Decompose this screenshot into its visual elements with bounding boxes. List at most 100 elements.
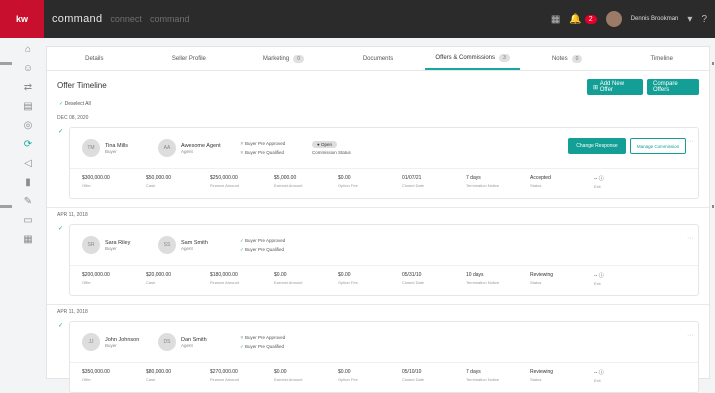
stat-label: Offer xyxy=(82,280,91,285)
marketing-icon[interactable]: ◁ xyxy=(21,158,35,170)
stat-value: 01/07/21 xyxy=(402,175,422,181)
reports-icon[interactable]: ▮ xyxy=(21,177,35,189)
stat-label: Status xyxy=(530,183,542,188)
bell-icon[interactable]: 🔔 xyxy=(569,14,581,25)
drag-handle[interactable] xyxy=(0,62,12,65)
avatar: AA xyxy=(158,139,176,157)
calendar-icon[interactable]: ▤ xyxy=(21,101,35,113)
stat-label: Offer xyxy=(82,183,91,188)
help-icon[interactable]: ? xyxy=(701,14,707,25)
brand-connect[interactable]: connect xyxy=(110,14,142,24)
tab-label: Documents xyxy=(362,55,394,62)
more-icon[interactable]: ··· xyxy=(687,332,694,339)
add-new-offer-button[interactable]: ⊞ Add New Offer xyxy=(587,79,643,95)
stat-label: Offer xyxy=(82,377,91,382)
stat: $270,000.00 Finance Amount xyxy=(210,369,274,390)
agent-role: Agent xyxy=(181,148,193,154)
stat-value: $250,000.00 xyxy=(210,175,238,181)
stat-value: $0.00 xyxy=(274,272,287,278)
stat: $0.00 Option Fee xyxy=(338,369,402,390)
agent[interactable]: AA Awesome Agent Agent xyxy=(158,139,226,157)
stat: Reviewing Status xyxy=(530,272,594,293)
more-icon[interactable]: ··· xyxy=(687,138,694,145)
apps-grid-icon[interactable]: ▦ xyxy=(551,14,560,25)
stat-value: 05/31/10 xyxy=(402,272,422,278)
stat-label: Termination Notice xyxy=(466,183,500,188)
tab-notes[interactable]: Notes 0 xyxy=(520,47,615,70)
stat-value: $0.00 xyxy=(338,175,351,181)
avatar: SS xyxy=(158,236,176,254)
buyer[interactable]: TM Tina Mills Buyer xyxy=(82,139,150,157)
stat-value: $200,000.00 xyxy=(82,272,110,278)
deals-icon[interactable]: ⇄ xyxy=(21,82,35,94)
stat-label: Finance Amount xyxy=(210,377,239,382)
stat: 05/10/10 Closed Date xyxy=(402,369,466,390)
home-icon[interactable]: ⌂ xyxy=(21,44,35,56)
buyer[interactable]: JJ John Johnson Buyer xyxy=(82,333,150,351)
tab-offers-commissions[interactable]: Offers & Commissions 3 xyxy=(425,47,520,70)
avatar: DS xyxy=(158,333,176,351)
buyer[interactable]: SR Sara Riley Buyer xyxy=(82,236,150,254)
brand-command-2[interactable]: command xyxy=(150,14,190,24)
brand-command[interactable]: command xyxy=(52,13,102,25)
kw-logo[interactable]: kw xyxy=(0,0,44,38)
stat-value: -- xyxy=(594,273,598,279)
offer-stats: $300,000.00 Offer $50,000.00 Cash $250,000… xyxy=(70,168,698,196)
divider xyxy=(47,304,709,305)
buyer-role: Buyer xyxy=(105,148,117,154)
stat-value: Accepted xyxy=(530,175,551,181)
info-icon[interactable]: ⓘ xyxy=(599,370,604,376)
offer-card[interactable]: ✓ TM Tina Mills Buyer AA Awesome Agent Agent… xyxy=(58,127,699,199)
stat-label: Termination Notice xyxy=(466,280,500,285)
stat-value: $0.00 xyxy=(338,272,351,278)
agent[interactable]: SS Sam Smith Agent xyxy=(158,236,226,254)
tasks-icon[interactable]: ✎ xyxy=(21,196,35,208)
opportunities-icon[interactable]: ⟳ xyxy=(21,139,35,151)
check-icon[interactable]: ✓ xyxy=(58,322,63,329)
calculator-icon[interactable]: ▦ xyxy=(21,234,35,246)
location-icon[interactable]: ◎ xyxy=(21,120,35,132)
stat: $180,000.00 Finance Amount xyxy=(210,272,274,293)
tab-seller-profile[interactable]: Seller Profile xyxy=(142,47,237,70)
commission-status: ● Open Commission Status xyxy=(312,141,372,155)
stat-value: $350,000.00 xyxy=(82,369,110,375)
offer-date: DEC 08, 2020 xyxy=(57,115,89,121)
scrollbar-marker[interactable] xyxy=(712,205,714,208)
manage-commission-button[interactable]: Manage Commission xyxy=(630,138,686,154)
chevron-down-icon[interactable]: ▾ xyxy=(687,14,692,25)
stat-label: Cash xyxy=(146,377,156,382)
buyer-name: Tina Mills xyxy=(105,142,129,149)
main-panel: Details Seller Profile Marketing 0 Docume… xyxy=(46,46,710,393)
tab-timeline[interactable]: Timeline xyxy=(614,47,709,70)
tab-bar: Details Seller Profile Marketing 0 Docume… xyxy=(47,47,709,71)
stat-label: Closed Date xyxy=(402,280,425,285)
deselect-all[interactable]: ✓ Deselect All xyxy=(47,101,709,111)
tab-details[interactable]: Details xyxy=(47,47,142,70)
prequalified-label: Buyer Pre Qualified xyxy=(245,344,285,349)
drag-handle[interactable] xyxy=(0,205,12,208)
tab-documents[interactable]: Documents xyxy=(331,47,426,70)
user-avatar[interactable] xyxy=(605,11,622,27)
contacts-icon[interactable]: ☺ xyxy=(21,63,35,75)
info-icon[interactable]: ⓘ xyxy=(599,176,604,182)
agent[interactable]: DS Dan Smith Agent xyxy=(158,333,226,351)
commission-state: Open xyxy=(320,142,332,147)
stat-value: -- xyxy=(594,370,598,376)
stat-label: Cash xyxy=(146,183,156,188)
stat: $0.00 Option Fee xyxy=(338,272,402,293)
info-icon[interactable]: ⓘ xyxy=(599,273,604,279)
sidebar: ⌂ ☺ ⇄ ▤ ◎ ⟳ ◁ ▮ ✎ ▭ ▦ xyxy=(14,38,42,379)
user-name[interactable]: Dennis Brookman xyxy=(631,16,679,22)
scrollbar-marker[interactable] xyxy=(712,62,714,65)
documents-icon[interactable]: ▭ xyxy=(21,215,35,227)
check-icon[interactable]: ✓ xyxy=(58,128,63,135)
tab-marketing[interactable]: Marketing 0 xyxy=(236,47,331,70)
change-response-button[interactable]: Change Response xyxy=(568,138,626,154)
offer-card[interactable]: ✓ SR Sara Riley Buyer SS Sam Smith Agent ✓ B… xyxy=(58,224,699,296)
offer-card[interactable]: ✓ JJ John Johnson Buyer DS Dan Smith Agent ✕… xyxy=(58,321,699,393)
prequalified-label: Buyer Pre Qualified xyxy=(245,247,285,252)
more-icon[interactable]: ··· xyxy=(687,235,694,242)
preapproved-label: Buyer Pre Approved xyxy=(245,335,286,340)
compare-offers-button[interactable]: Compare Offers xyxy=(647,79,699,95)
check-icon[interactable]: ✓ xyxy=(58,225,63,232)
